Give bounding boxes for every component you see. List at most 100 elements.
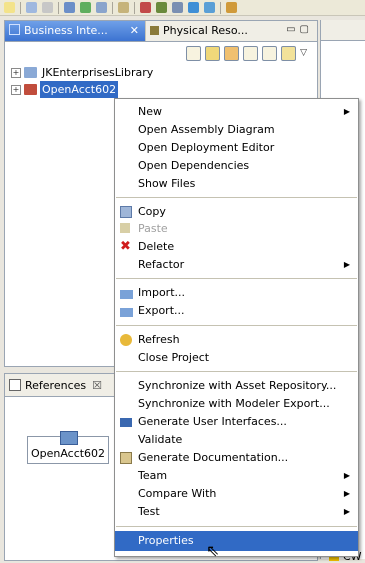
menu-item-compare-with[interactable]: Compare With▶ bbox=[115, 485, 358, 503]
menu-item-label: Properties bbox=[138, 534, 194, 547]
menu-item-label: Compare With bbox=[138, 487, 216, 500]
view-menu-icon[interactable]: ▽ bbox=[300, 48, 307, 58]
menu-separator bbox=[116, 371, 357, 372]
menu-item-label: Synchronize with Asset Repository... bbox=[138, 379, 336, 392]
submenu-arrow-icon: ▶ bbox=[344, 256, 350, 274]
generate-ui-icon bbox=[120, 418, 132, 427]
editor-tab-bar bbox=[321, 20, 365, 41]
tab-physical-resources[interactable]: Physical Reso... bbox=[145, 21, 275, 41]
import-icon bbox=[120, 290, 133, 299]
module-icon bbox=[60, 431, 78, 445]
toolbar-separator bbox=[112, 2, 113, 14]
menu-item-label: Generate User Interfaces... bbox=[138, 415, 287, 428]
references-tab-label: References bbox=[25, 379, 86, 392]
menu-item-validate[interactable]: Validate bbox=[115, 431, 358, 449]
tree-item-label: OpenAcct602 bbox=[40, 81, 118, 98]
save-icon[interactable] bbox=[26, 2, 37, 13]
context-menu: New▶ Open Assembly Diagram Open Deployme… bbox=[114, 98, 359, 557]
menu-separator bbox=[116, 325, 357, 326]
menu-item-synchronize-asset-repository[interactable]: Synchronize with Asset Repository... bbox=[115, 377, 358, 395]
reference-node-label: OpenAcct602 bbox=[31, 447, 105, 460]
menu-item-synchronize-modeler-export[interactable]: Synchronize with Modeler Export... bbox=[115, 395, 358, 413]
expand-icon[interactable]: + bbox=[11, 85, 21, 95]
library-icon bbox=[24, 67, 37, 78]
menu-separator bbox=[116, 526, 357, 527]
expand-icon[interactable]: + bbox=[11, 68, 21, 78]
sync-icon[interactable] bbox=[281, 46, 296, 61]
menu-item-copy[interactable]: Copy bbox=[115, 203, 358, 221]
menu-item-label: Test bbox=[138, 505, 160, 518]
menu-item-label: Validate bbox=[138, 433, 182, 446]
submenu-arrow-icon: ▶ bbox=[344, 503, 350, 521]
menu-item-show-files[interactable]: Show Files bbox=[115, 175, 358, 193]
copy-icon bbox=[120, 206, 132, 218]
menu-item-label: Delete bbox=[138, 240, 174, 253]
menu-item-refactor[interactable]: Refactor▶ bbox=[115, 256, 358, 274]
menu-item-label: Import... bbox=[138, 286, 185, 299]
menu-item-label: Open Deployment Editor bbox=[138, 141, 274, 154]
menu-item-properties[interactable]: Properties bbox=[115, 531, 358, 551]
search-icon[interactable] bbox=[118, 2, 129, 13]
monitor-icon[interactable] bbox=[204, 2, 215, 13]
menu-separator bbox=[116, 278, 357, 279]
tab-business-integration[interactable]: Business Inte... ✕ bbox=[5, 21, 145, 41]
menu-item-label: Generate Documentation... bbox=[138, 451, 288, 464]
filter-icon[interactable] bbox=[224, 46, 239, 61]
menu-item-generate-user-interfaces[interactable]: Generate User Interfaces... bbox=[115, 413, 358, 431]
menu-item-new[interactable]: New▶ bbox=[115, 103, 358, 121]
tree-item-module[interactable]: + OpenAcct602 bbox=[5, 81, 317, 98]
tab-label: Business Inte... bbox=[24, 24, 108, 37]
module-icon bbox=[24, 84, 37, 95]
minimize-maximize-icons[interactable]: ▭▢ bbox=[286, 24, 313, 35]
new-icon[interactable] bbox=[4, 2, 15, 13]
menu-item-label: Open Assembly Diagram bbox=[138, 123, 275, 136]
main-toolbar bbox=[0, 0, 365, 16]
view-toolbar: ▽ bbox=[5, 42, 317, 64]
publish-icon[interactable] bbox=[226, 2, 237, 13]
collapse-all-icon[interactable] bbox=[186, 46, 201, 61]
menu-item-test[interactable]: Test ▶ bbox=[115, 503, 358, 521]
menu-item-close-project[interactable]: Close Project bbox=[115, 349, 358, 367]
menu-item-generate-documentation[interactable]: Generate Documentation... bbox=[115, 449, 358, 467]
menu-item-delete[interactable]: ✖Delete bbox=[115, 238, 358, 256]
menu-separator bbox=[116, 197, 357, 198]
documentation-icon bbox=[120, 452, 132, 464]
toolbar-separator bbox=[20, 2, 21, 14]
server-icon[interactable] bbox=[140, 2, 151, 13]
show-categories-icon[interactable] bbox=[205, 46, 220, 61]
toolbar-separator bbox=[220, 2, 221, 14]
deploy-icon[interactable] bbox=[188, 2, 199, 13]
toolbar-separator bbox=[134, 2, 135, 14]
tree-item-library[interactable]: + JKEnterprisesLibrary bbox=[5, 64, 317, 81]
toolbar-separator bbox=[58, 2, 59, 14]
build-icon[interactable] bbox=[64, 2, 75, 13]
close-icon[interactable]: ✕ bbox=[130, 21, 139, 41]
menu-item-label: Refresh bbox=[138, 333, 180, 346]
tab-label: Physical Reso... bbox=[163, 24, 248, 37]
view-tab-bar: Business Inte... ✕ Physical Reso... ▭▢ bbox=[5, 21, 317, 42]
menu-item-label: Show Files bbox=[138, 177, 195, 190]
link-with-editor-icon[interactable] bbox=[243, 46, 258, 61]
print-icon[interactable] bbox=[42, 2, 53, 13]
menu-item-refresh[interactable]: Refresh bbox=[115, 331, 358, 349]
run-icon[interactable] bbox=[80, 2, 91, 13]
tools-icon[interactable] bbox=[156, 2, 167, 13]
menu-item-export[interactable]: Export... bbox=[115, 302, 358, 320]
debug-icon[interactable] bbox=[96, 2, 107, 13]
collapse-icon[interactable] bbox=[262, 46, 277, 61]
reference-node[interactable]: OpenAcct602 bbox=[27, 436, 109, 464]
menu-item-label: Synchronize with Modeler Export... bbox=[138, 397, 330, 410]
references-icon bbox=[9, 379, 21, 391]
physical-resources-icon bbox=[150, 26, 159, 35]
menu-item-open-assembly-diagram[interactable]: Open Assembly Diagram bbox=[115, 121, 358, 139]
connect-icon[interactable] bbox=[172, 2, 183, 13]
menu-item-open-dependencies[interactable]: Open Dependencies bbox=[115, 157, 358, 175]
close-icon[interactable]: ☒ bbox=[92, 379, 102, 392]
menu-item-team[interactable]: Team▶ bbox=[115, 467, 358, 485]
menu-item-label: Export... bbox=[138, 304, 185, 317]
menu-item-open-deployment-editor[interactable]: Open Deployment Editor bbox=[115, 139, 358, 157]
menu-item-label: Open Dependencies bbox=[138, 159, 249, 172]
menu-item-label: Close Project bbox=[138, 351, 209, 364]
menu-item-import[interactable]: Import... bbox=[115, 284, 358, 302]
menu-item-paste: Paste bbox=[115, 220, 358, 238]
